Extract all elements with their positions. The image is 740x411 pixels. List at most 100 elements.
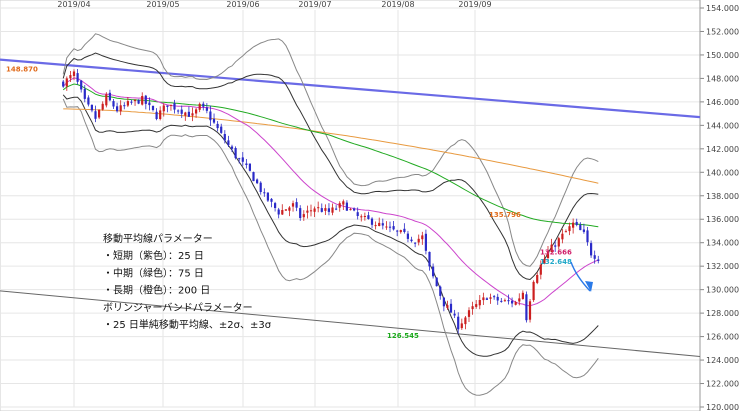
y-tick-label: 124.000 [706,356,739,365]
candle-body [414,242,417,244]
candle-body [503,300,506,302]
candle-body [274,203,277,208]
candle-body [263,192,266,194]
candle-body [72,71,76,76]
candle-body [388,226,392,228]
x-tick-label: 2019/06 [226,0,259,9]
candle-body [317,207,320,209]
candle-body [151,105,155,110]
candle-body [496,296,499,301]
candle-body [489,297,492,299]
x-tick-label: 2019/05 [146,0,179,9]
candle-body [83,88,86,99]
candle-body [270,198,273,202]
candle-body [572,222,575,228]
candle-body [514,302,517,305]
annotation-line: ボリンジャーバンドパラメーター [103,302,253,314]
candle-body [101,103,104,110]
candle-body [410,239,413,242]
candle-body [256,179,259,184]
candle-body [223,134,226,141]
candle-body [597,259,600,261]
y-tick-label: 130.000 [706,286,739,295]
annotation-line: ・短期（紫色）：25 日 [103,249,204,262]
y-axis: 120.000 122.000 124.000 126.000 128.000 130.0… [699,0,739,411]
candle-body [69,75,72,79]
candle-body [80,80,83,90]
candle-body [331,207,334,213]
candle-body [518,298,521,302]
candle-body [198,103,201,110]
annotation-line: 移動平均線パラメーター [103,232,213,245]
point-label: 135.796 [489,211,521,219]
candle-body [525,294,528,321]
y-tick-label: 128.000 [706,309,739,318]
candle-body [370,218,374,225]
candle-body [539,264,542,275]
candlestick-chart: 2019/04 2019/05 2019/06 2019/07 2019/08 2019/… [0,0,739,411]
candle-body [238,158,241,160]
candle-body [320,208,323,212]
candle-body [442,297,445,307]
candle-body [360,216,363,218]
candle-body [94,111,97,119]
candle-body [536,275,539,283]
candle-body [284,209,287,211]
candle-body [173,103,176,110]
candle-body [205,107,208,111]
candle-body [335,208,338,210]
candle-body [281,210,284,215]
candle-body [363,216,366,217]
candle-body [291,203,295,207]
candle-body [191,113,194,116]
candle-body [417,238,420,243]
candle-body [338,203,341,208]
candle-body [123,105,126,107]
x-tick-label: 2019/04 [57,0,90,9]
x-tick-label: 2019/08 [381,0,414,9]
candle-body [521,292,524,299]
candle-body [356,212,359,216]
candle-body [187,111,190,117]
y-tick-label: 142.000 [706,145,739,154]
candle-body [435,277,438,287]
candle-body [399,230,402,233]
candle-body [385,226,388,228]
y-tick-label: 132.000 [706,262,739,271]
candle-body [90,105,93,111]
candle-body [133,99,137,102]
candle-body [590,243,593,256]
candle-body [313,208,316,212]
y-tick-label: 154.000 [706,4,739,13]
candle-body [230,146,234,149]
candle-body [482,297,485,301]
candle-body [266,192,269,201]
candle-body [396,230,399,232]
candle-body [126,101,129,106]
candle-body [406,233,409,239]
y-tick-label: 146.000 [706,98,739,107]
candle-body [349,209,352,211]
annotation-line: ・長期（橙色）：200 日 [103,284,210,297]
candle-body [227,140,230,145]
candle-body [169,104,172,106]
candle-body [478,300,481,306]
candle-body [105,94,108,106]
candle-body [116,106,119,112]
y-tick-label: 144.000 [706,121,739,130]
candle-body [378,222,381,226]
candle-body [507,300,510,302]
candle-body [195,109,198,114]
candle-body [554,245,557,247]
candle-body [568,226,571,232]
candle-body [324,208,327,211]
candle-body [421,235,424,240]
candle-body [528,301,532,320]
candle-body [493,296,496,298]
candle-body [241,157,244,162]
candle-body [202,103,205,107]
y-tick-label: 138.000 [706,192,739,201]
point-label: 148.870 [6,65,38,73]
candle-body [309,210,313,212]
candle-body [432,266,435,277]
